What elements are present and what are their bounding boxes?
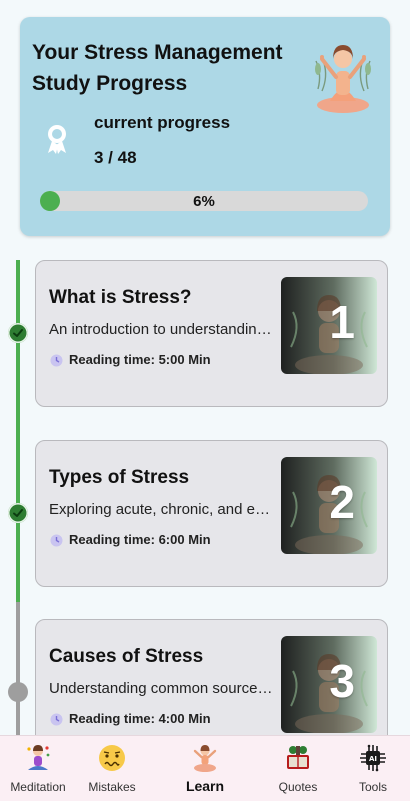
meditating-person-icon: [193, 745, 217, 772]
nav-item-learn[interactable]: Learn: [166, 736, 244, 801]
lesson-title: Causes of Stress: [49, 646, 204, 667]
nav-item-tools[interactable]: AI Tools: [336, 736, 410, 801]
timeline-pending-dot: [8, 682, 28, 702]
progress-card: Your Stress Management Study Progress cu…: [20, 17, 390, 236]
lesson-thumbnail: 1: [281, 277, 377, 374]
award-ribbon-icon: [48, 125, 66, 154]
nav-item-meditation[interactable]: Meditation: [0, 736, 76, 801]
page-title: Your Stress Management Study Progress: [32, 41, 283, 95]
bottom-navigation: Meditation Mistakes Learn Quotes AI Tool…: [0, 735, 410, 801]
current-progress-label: current progress: [94, 113, 231, 132]
lesson-thumbnail: 2: [281, 457, 377, 554]
meditating-person-icon: [315, 45, 371, 113]
lesson-number: 1: [329, 296, 355, 348]
nav-label-meditation: Meditation: [10, 780, 66, 794]
timeline-pending-line: [16, 602, 20, 742]
book-icon: [287, 746, 309, 769]
worried-face-icon: [99, 745, 125, 771]
current-progress-count: 3 / 48: [94, 148, 137, 167]
nav-label-tools: Tools: [358, 780, 387, 794]
lesson-description: Exploring acute, chronic, and episodic s…: [49, 501, 275, 518]
nav-label-mistakes: Mistakes: [88, 780, 136, 794]
lesson-title: Types of Stress: [49, 467, 190, 488]
study-progress-bar: 6%: [40, 191, 368, 211]
nav-label-learn: Learn: [185, 778, 225, 794]
lesson-description: An introduction to understanding stress: [49, 321, 275, 338]
lesson-reading-time: Reading time: 4:00 Min: [69, 711, 211, 726]
timeline-check-icon: [8, 503, 28, 523]
lesson-number: 3: [329, 655, 355, 707]
lesson-title: What is Stress?: [49, 287, 192, 308]
ai-chip-icon: AI: [360, 744, 386, 772]
meditation-icon: [27, 745, 50, 770]
clock-icon: [50, 713, 63, 726]
nav-item-mistakes[interactable]: Mistakes: [74, 736, 150, 801]
timeline-completed-line: [16, 260, 20, 602]
study-progress-percent: 6%: [193, 193, 215, 210]
clock-icon: [50, 354, 63, 367]
lesson-description: Understanding common sources of stress: [49, 680, 275, 697]
lesson-reading-time: Reading time: 6:00 Min: [69, 532, 211, 547]
svg-text:AI: AI: [369, 755, 377, 763]
nav-label-quotes: Quotes: [278, 780, 318, 794]
lesson-card[interactable]: What is Stress? An introduction to under…: [35, 260, 388, 407]
clock-icon: [50, 534, 63, 547]
lesson-number: 2: [329, 476, 355, 528]
timeline-check-icon: [8, 323, 28, 343]
nav-item-quotes[interactable]: Quotes: [260, 736, 336, 801]
lesson-card[interactable]: Types of Stress Exploring acute, chronic…: [35, 440, 388, 587]
lesson-reading-time: Reading time: 5:00 Min: [69, 352, 211, 367]
lesson-thumbnail: 3: [281, 636, 377, 733]
